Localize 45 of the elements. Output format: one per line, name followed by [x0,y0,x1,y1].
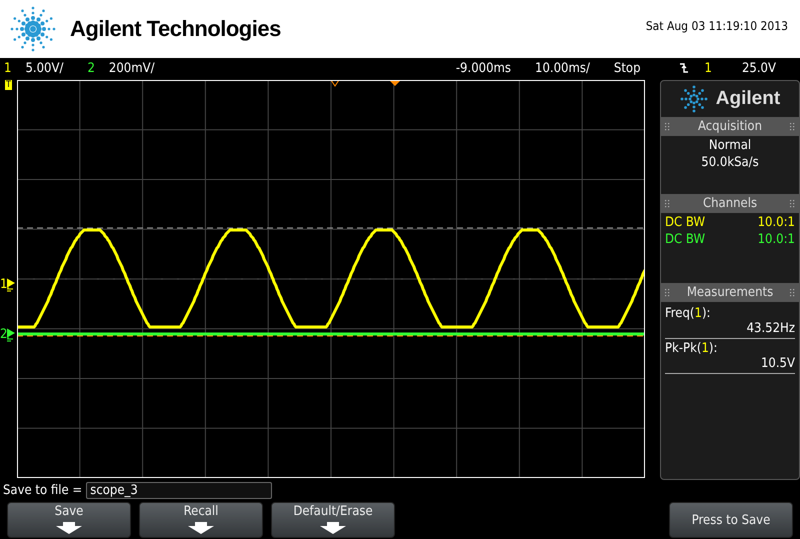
softkey-button[interactable]: Default/Erase [271,502,395,538]
channel-scale[interactable]: 5.00V/ [25,60,64,76]
channel-marker[interactable]: 2 [0,328,8,342]
drag-grip-icon [790,122,795,130]
channel-scale[interactable]: 200mV/ [108,60,155,76]
date-time: Sat Aug 03 11:19:10 2013 [646,19,788,33]
drag-grip-icon [665,122,670,130]
run-state: Stop [614,60,641,76]
down-arrow-icon [320,522,346,534]
brand-name: Agilent Technologies [70,16,281,42]
channel-number: 2 [87,60,95,76]
softkey-button[interactable]: Recall [139,502,263,538]
drag-grip-icon [790,288,795,296]
drag-grip-icon [665,200,670,208]
starburst-logo-icon [8,4,58,54]
drag-grip-icon [790,200,795,208]
panel-brand: Agilent [716,88,780,110]
file-name-field[interactable]: scope_3 [86,482,272,498]
press-to-save-button[interactable]: Press to Save [669,502,793,538]
sample-rate: 50.0kSa/s [701,155,759,170]
probe-ratio: 10.0:1 [758,215,795,230]
starburst-logo-icon [680,85,708,113]
ground-arrow-icon [7,328,16,342]
channel-marker[interactable]: 1 [0,278,8,292]
save-label: Save to file = [3,482,82,498]
probe-ratio: 10.0:1 [758,232,795,247]
time-delay[interactable]: -9.000ms [456,60,512,76]
channel-number: 1 [4,60,12,76]
ground-arrow-icon [7,278,16,292]
trigger-edge-icon [678,62,689,74]
down-arrow-icon [56,522,82,534]
down-arrow-icon [188,522,214,534]
trigger-source: 1 [704,60,712,76]
drag-grip-icon [665,288,670,296]
measurement-name: Pk-Pk(1): [665,340,718,356]
timebase[interactable]: 10.00ms/ [535,60,590,76]
acquisition-mode: Normal [708,138,752,153]
trigger-marker: T [5,80,12,90]
trigger-level[interactable]: 25.0V [742,60,776,76]
softkey-button[interactable]: Save [7,502,131,538]
measurement-value: 10.5V [665,356,795,374]
measurement-name: Freq(1): [665,305,712,321]
channel-coupling: DC BW [665,215,706,230]
channel-coupling: DC BW [665,232,706,247]
measurement-value: 43.52Hz [665,321,795,339]
